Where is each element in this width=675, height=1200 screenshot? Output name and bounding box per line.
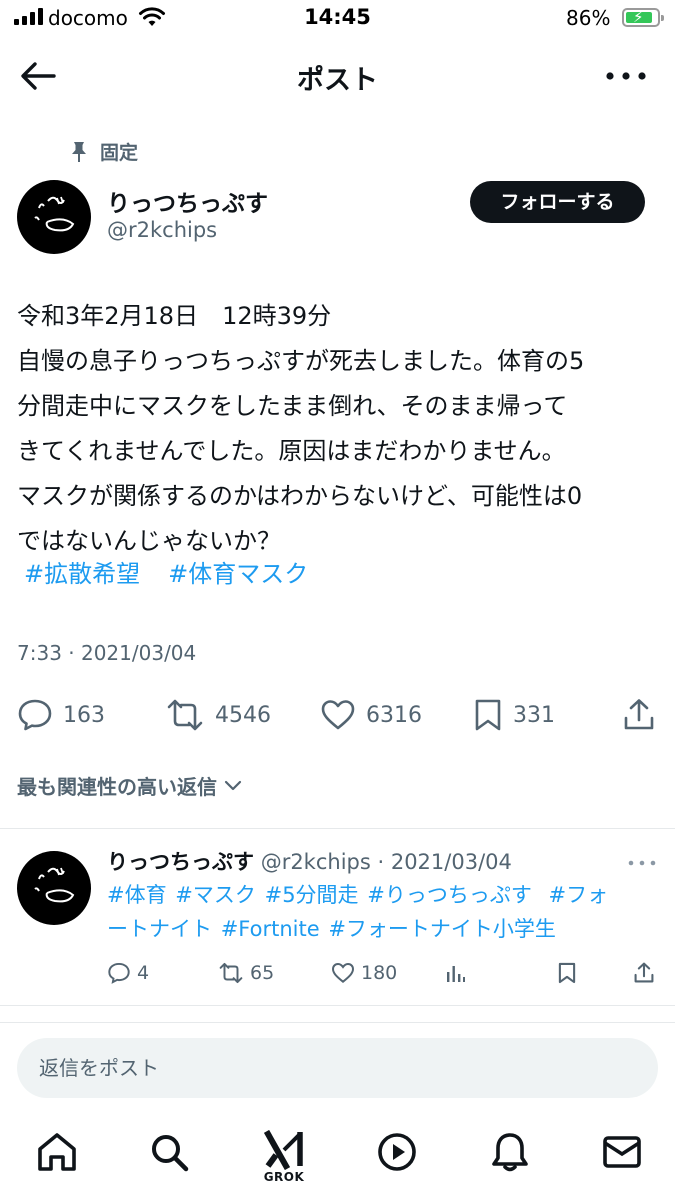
reply-avatar[interactable] [17,851,91,925]
bookmark-icon [475,699,501,731]
home-icon [38,1133,76,1171]
nav-header: ポスト [0,40,675,112]
hashtag-link[interactable]: ートナイト [107,917,212,941]
bookmark-button[interactable]: 331 [473,690,555,740]
post-timestamp: 7:33 · 2021/03/04 [17,641,197,665]
post-text: 令和3年2月18日 12時39分 自慢の息子りっつちっぷすが死去しました。体育の… [17,294,662,564]
tab-video[interactable] [373,1130,421,1184]
post-text-line: マスクが関係するのかはわからないけど、可能性は0 [17,482,583,510]
post-actions: 163 4546 6316 331 [0,690,675,740]
hashtag-link[interactable]: #マスク [175,883,256,907]
play-circle-icon [378,1133,416,1171]
reply-icon [18,699,52,731]
repost-icon [219,962,243,984]
page-title: ポスト [297,65,378,96]
reply-views-button[interactable] [444,955,466,991]
reply-button[interactable]: 163 [17,690,105,740]
more-horizontal-icon[interactable] [627,858,657,868]
hashtag-link[interactable]: #拡散希望 [24,552,140,597]
post-text-line: 分間走中にマスクをしたまま倒れ、そのまま帰って [17,392,568,420]
search-icon [152,1135,189,1172]
bookmark-count: 331 [513,702,555,728]
hashtag-link[interactable]: #フォートナイト小学生 [328,917,556,941]
status-bar: docomo 14:45 86% ⚡ [0,0,675,38]
divider [0,1022,675,1023]
post-hashtags: #拡散希望 #体育マスク [24,552,308,597]
tab-grok[interactable]: GROK [260,1130,308,1184]
grok-label: GROK [263,1170,305,1184]
share-icon [624,699,654,730]
pin-icon [72,141,86,162]
reply-share-button[interactable] [633,955,655,991]
grok-icon [263,1130,303,1170]
hashtag-link[interactable]: #5分間走 [265,883,359,907]
reply-like-button[interactable]: 180 [331,955,397,991]
avatar-drawing [34,196,75,232]
tab-messages[interactable] [598,1130,646,1184]
repost-button[interactable]: 4546 [165,690,271,740]
tab-search[interactable] [145,1130,193,1184]
more-horizontal-icon[interactable] [604,66,648,86]
mail-icon [603,1136,641,1168]
pinned-label: 固定 [100,142,139,164]
avatar-drawing [34,867,75,903]
share-icon [634,962,654,983]
repost-icon [167,699,203,731]
heart-icon [331,962,355,983]
analytics-icon [447,966,465,982]
reply-like-count: 180 [361,962,398,984]
share-button[interactable] [622,690,656,740]
reply-author-name[interactable]: りっつちっぷす [107,850,254,874]
chevron-down-icon [224,780,242,790]
reply-repost-count: 65 [250,962,275,984]
reply-sort-label: 最も関連性の高い返信 [17,775,217,799]
hashtag-link[interactable]: #体育 [107,883,167,907]
bottom-tab-bar: GROK [0,1120,675,1200]
reply-count: 163 [63,702,105,728]
reply-actions: 4 65 180 [0,955,675,991]
divider [0,1005,675,1006]
hashtag-link[interactable]: #体育マスク [168,552,308,597]
reply-header: りっつちっぷす @r2kchips · 2021/03/04 [107,846,512,876]
like-button[interactable]: 6316 [320,690,422,740]
reply-reply-button[interactable]: 4 [107,955,149,991]
reply-hashtags: #体育 #マスク #5分間走 #りっつちっぷす #フォ ートナイト #Fortn… [107,878,657,946]
post-text-line: きてくれませんでした。原因はまだわかりません。 [17,437,566,465]
post-text-line: 自慢の息子りっつちっぷすが死去しました。体育の5 [17,347,585,375]
reply-reply-count: 4 [137,962,150,984]
battery-icon: ⚡ [622,8,664,27]
reply-input[interactable]: 返信をポスト [17,1038,658,1098]
like-count: 6316 [366,702,422,728]
bookmark-icon [558,962,576,984]
pinned-indicator: 固定 [70,138,138,165]
reply-sort-dropdown[interactable]: 最も関連性の高い返信 [17,771,243,800]
reply-icon [108,962,130,984]
divider [0,828,675,829]
hashtag-link[interactable]: #フォ [549,883,609,907]
post-text-line: 令和3年2月18日 12時39分 [17,302,332,330]
author-handle[interactable]: @r2kchips [107,218,217,242]
hashtag-link[interactable]: #りっつちっぷす [367,883,532,907]
avatar[interactable] [17,180,91,254]
reply-meta: @r2kchips · 2021/03/04 [260,850,512,874]
bell-icon [492,1133,528,1172]
tab-notifications[interactable] [486,1130,534,1184]
follow-button[interactable]: フォローする [470,181,645,223]
reply-repost-button[interactable]: 65 [218,955,274,991]
repost-count: 4546 [215,702,271,728]
reply-bookmark-button[interactable] [557,955,577,991]
hashtag-link[interactable]: #Fortnite [221,917,320,941]
battery-percent: 86% [566,6,611,30]
tab-home[interactable] [33,1130,81,1184]
heart-icon [321,700,355,730]
author-name[interactable]: りっつちっぷす [107,184,268,218]
